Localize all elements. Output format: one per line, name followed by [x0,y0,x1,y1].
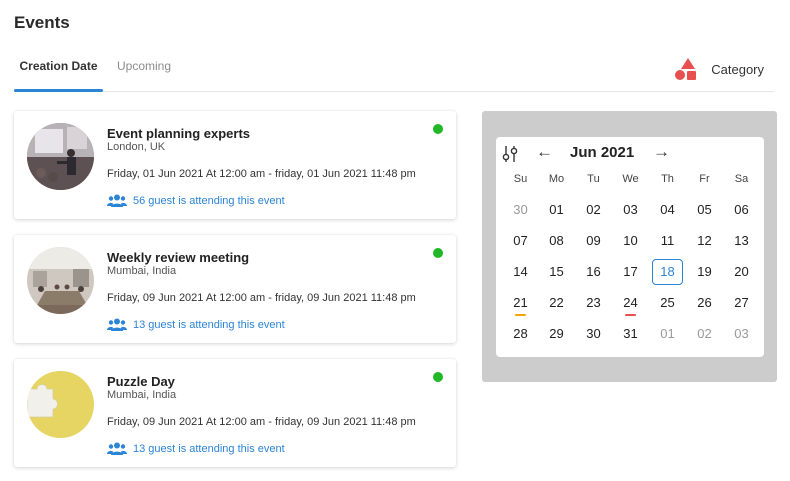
event-marker [625,314,636,316]
event-card[interactable]: Weekly review meeting Mumbai, India Frid… [14,235,456,343]
calendar-day[interactable]: 25 [649,290,686,316]
status-dot [433,372,443,382]
calendar-day[interactable]: 30 [502,197,539,223]
tab-upcoming[interactable]: Upcoming [117,50,171,91]
calendar-day[interactable]: 06 [723,197,760,223]
weekday-label: Sa [734,173,749,185]
calendar-day[interactable]: 12 [686,228,723,254]
calendar-day[interactable]: 24 [612,290,649,316]
event-attending-link[interactable]: 13 guest is attending this event [107,318,285,331]
event-location: London, UK [107,141,166,153]
event-thumbnail [27,247,94,314]
calendar-day[interactable]: 13 [723,228,760,254]
event-title[interactable]: Weekly review meeting [107,250,249,265]
category-button[interactable]: Category [674,57,764,81]
tab-creation-date[interactable]: Creation Date [14,50,103,92]
calendar-day[interactable]: 09 [575,228,612,254]
calendar-day[interactable]: 02 [686,321,723,347]
calendar-day[interactable]: 17 [612,259,649,285]
event-title[interactable]: Event planning experts [107,126,250,141]
calendar-day[interactable]: 19 [686,259,723,285]
event-location: Mumbai, India [107,389,177,401]
calendar-day[interactable]: 10 [612,228,649,254]
event-thumbnail [27,123,94,190]
month-label: Jun 2021 [570,144,635,161]
event-title[interactable]: Puzzle Day [107,374,175,389]
calendar-day[interactable]: 01 [538,197,575,223]
weekday-label: Th [661,173,674,185]
calendar-day[interactable]: 02 [575,197,612,223]
status-dot [433,248,443,258]
calendar-header: ← Jun 2021 → [496,137,764,170]
event-attending-text: 56 guest is attending this event [133,194,285,207]
calendar-day[interactable]: 30 [575,321,612,347]
next-month-arrow-icon[interactable]: → [653,142,670,162]
calendar-day[interactable]: 07 [502,228,539,254]
event-attending-link[interactable]: 56 guest is attending this event [107,194,285,207]
event-attending-text: 13 guest is attending this event [133,318,285,331]
event-attending-link[interactable]: 13 guest is attending this event [107,442,285,455]
event-thumbnail [27,371,94,438]
calendar-day[interactable]: 29 [538,321,575,347]
event-time: Friday, 01 Jun 2021 At 12:00 am - friday… [107,168,416,180]
calendar-day[interactable]: 05 [686,197,723,223]
calendar-day[interactable]: 15 [538,259,575,285]
calendar-day[interactable]: 04 [649,197,686,223]
weekday-label: Tu [587,173,600,185]
users-icon [107,194,127,207]
event-card[interactable]: Puzzle Day Mumbai, India Friday, 09 Jun … [14,359,456,467]
weekday-label: Fr [699,173,710,185]
event-card[interactable]: Event planning experts London, UK Friday… [14,111,456,219]
calendar-day[interactable]: 14 [502,259,539,285]
weekday-label: We [622,173,639,185]
calendar-day[interactable]: 22 [538,290,575,316]
calendar-day[interactable]: 23 [575,290,612,316]
tab-bar: Creation Date Upcoming [14,50,774,92]
calendar-day[interactable]: 31 [612,321,649,347]
weekday-label: Mo [548,173,565,185]
calendar-day[interactable]: 03 [612,197,649,223]
calendar-day[interactable]: 21 [502,290,539,316]
page-title: Events [14,13,70,32]
users-icon [107,442,127,455]
calendar: ← Jun 2021 → Su Mo Tu We Th Fr Sa 30 01 02 03 04 05 0… [496,137,764,357]
calendar-day[interactable]: 28 [502,321,539,347]
weekday-label: Su [513,173,528,185]
shapes-icon [675,58,697,80]
event-location: Mumbai, India [107,265,177,277]
calendar-day[interactable]: 03 [723,321,760,347]
prev-month-arrow-icon[interactable]: ← [536,142,553,162]
category-label: Category [711,61,764,77]
event-time: Friday, 09 Jun 2021 At 12:00 am - friday… [107,416,416,428]
filter-sliders-icon[interactable] [501,145,519,163]
calendar-day[interactable]: 20 [723,259,760,285]
calendar-day[interactable]: 01 [649,321,686,347]
calendar-day[interactable]: 08 [538,228,575,254]
calendar-day[interactable]: 18 [652,259,683,285]
calendar-day[interactable]: 26 [686,290,723,316]
calendar-panel: ← Jun 2021 → Su Mo Tu We Th Fr Sa 30 01 02 03 04 05 0… [482,111,777,382]
users-icon [107,318,127,331]
status-dot [433,124,443,134]
calendar-day[interactable]: 16 [575,259,612,285]
event-time: Friday, 09 Jun 2021 At 12:00 am - friday… [107,292,416,304]
event-marker [515,314,526,316]
event-attending-text: 13 guest is attending this event [133,442,285,455]
calendar-day[interactable]: 27 [723,290,760,316]
calendar-day[interactable]: 11 [649,228,686,254]
